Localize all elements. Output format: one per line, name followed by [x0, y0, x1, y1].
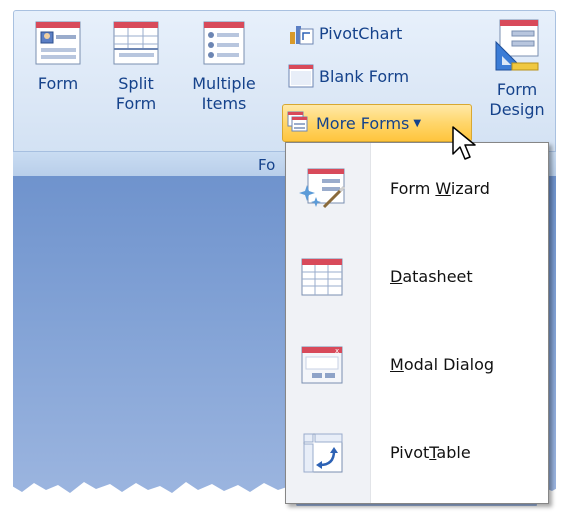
label-part: odal Dialog — [403, 355, 495, 374]
form-design-label-1: Form — [496, 80, 538, 99]
blank-form-icon — [288, 64, 314, 88]
access-key: D — [390, 267, 403, 286]
menu-item-pivottable-label: PivotTable — [390, 443, 471, 462]
modal-dialog-icon: x — [301, 346, 343, 384]
mouse-cursor-icon — [452, 126, 476, 160]
svg-text:x: x — [335, 347, 339, 355]
label-part: able — [436, 443, 471, 462]
more-forms-menu: Form Wizard Datasheet x Modal Dialog Piv… — [285, 142, 549, 504]
label-part: atasheet — [402, 267, 473, 286]
form-design-button[interactable]: Form Design — [484, 18, 550, 120]
dropdown-arrow-icon: ▼ — [413, 117, 422, 129]
multiple-items-label-1: Multiple — [192, 74, 256, 93]
access-key: W — [435, 179, 451, 198]
split-form-icon — [113, 21, 159, 65]
multiple-items-button[interactable]: Multiple Items — [186, 18, 262, 114]
access-key: M — [390, 355, 404, 374]
form-design-label-2: Design — [489, 100, 545, 119]
menu-item-form-wizard[interactable]: Form Wizard — [286, 145, 548, 233]
menu-item-form-wizard-label: Form Wizard — [390, 179, 490, 198]
menu-item-datasheet-label: Datasheet — [390, 267, 473, 286]
pivotchart-button[interactable]: PivotChart — [288, 18, 402, 48]
form-label: Form — [37, 74, 79, 93]
more-forms-button[interactable]: More Forms ▼ — [282, 104, 472, 142]
label-part: izard — [450, 179, 490, 198]
blank-form-label: Blank Form — [319, 66, 410, 86]
split-form-label-1: Split — [118, 74, 154, 93]
pivotchart-icon — [290, 26, 314, 45]
datasheet-icon — [301, 258, 343, 296]
form-icon — [35, 21, 81, 65]
split-form-button[interactable]: Split Form — [106, 18, 166, 114]
menu-item-pivottable[interactable]: PivotTable — [286, 409, 548, 497]
form-wizard-icon — [299, 168, 346, 209]
label-part: Pivot — [390, 443, 430, 462]
label-part: Form — [390, 179, 436, 198]
forms-group-label: Fo — [258, 156, 276, 174]
multiple-items-icon — [203, 21, 245, 65]
form-design-icon — [495, 19, 539, 71]
form-button[interactable]: Form — [28, 18, 88, 94]
pivottable-icon — [303, 433, 343, 473]
blank-form-button[interactable]: Blank Form — [288, 61, 409, 91]
menu-item-datasheet[interactable]: Datasheet — [286, 233, 548, 321]
menu-item-modal-dialog-label: Modal Dialog — [390, 355, 494, 374]
pivotchart-label: PivotChart — [319, 23, 403, 43]
more-forms-label: More Forms — [316, 113, 410, 133]
split-form-label-2: Form — [115, 94, 157, 113]
more-forms-icon — [287, 111, 308, 132]
multiple-items-label-2: Items — [201, 94, 247, 113]
menu-item-modal-dialog[interactable]: x Modal Dialog — [286, 321, 548, 409]
